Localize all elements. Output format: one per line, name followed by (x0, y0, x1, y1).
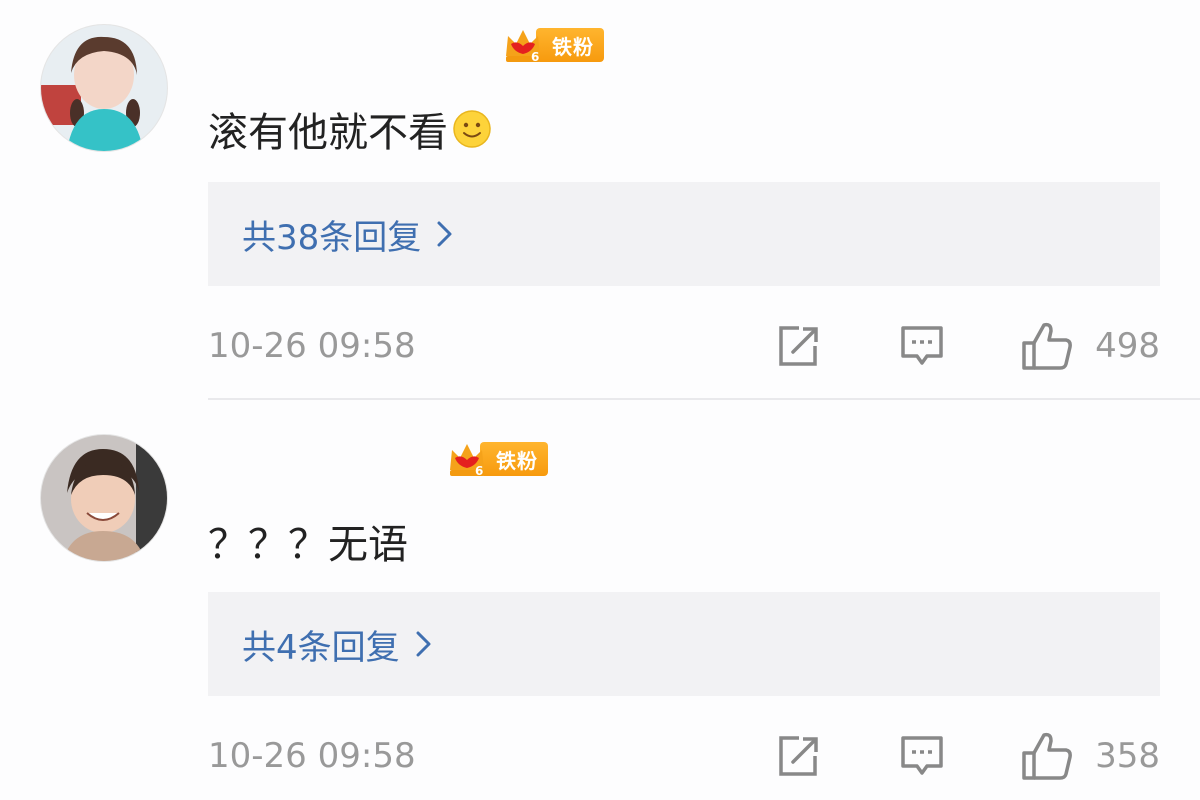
comment-actions: 358 (775, 731, 1160, 781)
comment-text: 滚有他就不看 (208, 100, 492, 158)
thumbs-up-icon (1022, 732, 1072, 780)
view-replies-button[interactable]: 共4条回复 (208, 592, 1160, 696)
comment-footer: 10-26 09:58 498 (208, 316, 1160, 376)
iron-fan-badge: 6 铁粉 (502, 24, 604, 66)
thumbs-up-icon (1022, 322, 1072, 370)
chevron-right-icon (437, 221, 452, 247)
comment-icon (901, 736, 943, 775)
comment-button[interactable] (899, 324, 945, 368)
chevron-right-icon (416, 631, 431, 657)
smiley-emoji-icon (453, 110, 491, 148)
comment-item: 6 铁粉 ？？？无语 共4条回复 10-26 09:58 358 (0, 410, 1200, 800)
like-count: 498 (1095, 326, 1160, 366)
comment-icon (901, 326, 943, 365)
badge-label: 铁粉 (480, 442, 548, 476)
timestamp: 10-26 09:58 (208, 326, 416, 366)
badge-label: 铁粉 (536, 28, 604, 62)
forward-button[interactable] (775, 734, 821, 778)
comment-footer: 10-26 09:58 358 (208, 726, 1160, 786)
view-replies-button[interactable]: 共38条回复 (208, 182, 1160, 286)
timestamp: 10-26 09:58 (208, 736, 416, 776)
comment-text: ？？？无语 (208, 512, 408, 570)
forward-button[interactable] (775, 324, 821, 368)
crown-icon: 6 (506, 30, 540, 64)
svg-text:6: 6 (475, 464, 483, 478)
comment-text-body: 滚有他就不看 (208, 110, 448, 156)
like-button[interactable]: 358 (1021, 731, 1160, 781)
replies-count-label: 共4条回复 (242, 627, 400, 668)
like-count: 358 (1095, 736, 1160, 776)
comment-item: 6 铁粉 滚有他就不看 共38条回复 10-26 09:58 498 (0, 0, 1200, 400)
avatar[interactable] (40, 24, 168, 152)
iron-fan-badge: 6 铁粉 (446, 438, 548, 480)
forward-icon (779, 736, 818, 776)
divider (208, 398, 1200, 400)
comment-button[interactable] (899, 734, 945, 778)
svg-text:6: 6 (531, 50, 539, 64)
forward-icon (779, 326, 818, 366)
avatar[interactable] (40, 434, 168, 562)
crown-icon: 6 (450, 444, 484, 478)
like-button[interactable]: 498 (1021, 321, 1160, 371)
comment-text-body: ？？？无语 (208, 522, 408, 568)
comment-actions: 498 (775, 321, 1160, 371)
replies-count-label: 共38条回复 (242, 217, 422, 258)
